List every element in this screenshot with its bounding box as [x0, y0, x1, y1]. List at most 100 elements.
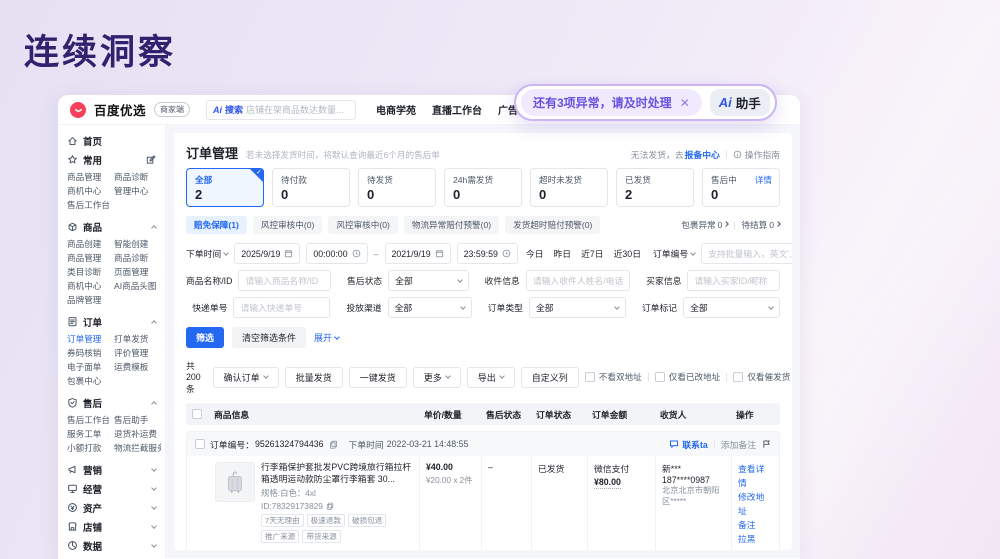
only-urged-checkbox[interactable]: 仅看催发货 [733, 371, 790, 383]
sidebar-item[interactable]: 管理中心 [114, 184, 161, 198]
sidebar-item[interactable]: 商机中心 [67, 279, 114, 293]
select-all-checkbox[interactable] [192, 409, 202, 419]
sidebar-item[interactable]: 电子面单 [67, 360, 114, 374]
ai-helper-button[interactable]: Ai 助手 [710, 89, 770, 116]
edit-icon[interactable] [145, 154, 156, 165]
product-name-input[interactable]: 请输入商品名称/ID [238, 270, 331, 291]
sidebar-section-assets[interactable]: 资产 [58, 498, 165, 517]
sidebar-item[interactable]: 打单发货 [114, 332, 161, 346]
pill-guarantee[interactable]: 赔免保障(1) [186, 216, 247, 234]
tab-aftersale[interactable]: 详情 售后中 0 [702, 168, 780, 207]
receiver-info-input[interactable]: 请输入收件人姓名/电话 [526, 270, 630, 291]
start-time-input[interactable]: 00:00:00 [306, 243, 367, 264]
sidebar-section-orders[interactable]: 订单 [58, 312, 165, 331]
order-type-select[interactable]: 全部 [529, 297, 626, 318]
sidebar-item[interactable]: 售后工作台 [67, 413, 114, 427]
sidebar-item[interactable]: 评价管理 [114, 346, 161, 360]
sidebar-item[interactable]: 智能创建 [114, 237, 161, 251]
clear-filters-button[interactable]: 清空筛选条件 [232, 327, 306, 348]
search-input[interactable]: Ai 搜索 店铺在架商品数达数量... [206, 100, 356, 120]
sidebar-item[interactable]: 页面管理 [114, 265, 161, 279]
end-date-input[interactable]: 2021/9/19 [385, 243, 451, 264]
edit-address-link[interactable]: 修改地址 [738, 490, 767, 518]
tab-pending-payment[interactable]: 待付款 0 [272, 168, 350, 207]
contact-buyer-link[interactable]: 联系ta [669, 438, 707, 451]
row-checkbox[interactable] [195, 439, 205, 449]
report-center-link[interactable]: 报备中心 [685, 148, 720, 161]
checkbox-icon[interactable] [733, 372, 743, 382]
export-button[interactable]: 导出 [467, 367, 515, 388]
operation-guide-link[interactable]: 操作指南 [745, 148, 780, 161]
sidebar-item[interactable]: 商机中心 [67, 184, 114, 198]
tab-overdue-unshipped[interactable]: 超时未发货 0 [530, 168, 608, 207]
sidebar-item[interactable]: 售后工作台 [67, 198, 114, 212]
tab-24h-shipment[interactable]: 24h需发货 0 [444, 168, 522, 207]
sidebar-item[interactable]: 服务工单 [67, 427, 114, 441]
sidebar-item[interactable]: 类目诊断 [67, 265, 114, 279]
one-click-ship-button[interactable]: 一键发货 [349, 367, 407, 388]
ai-assistant-bubble[interactable]: 还有3项异常，请及时处理 ✕ Ai 助手 [514, 84, 777, 121]
tab-shipped[interactable]: 已发货 2 [616, 168, 694, 207]
batch-ship-button[interactable]: 批量发货 [285, 367, 343, 388]
quick-30days-button[interactable]: 近30日 [612, 247, 643, 260]
sidebar-section-marketing[interactable]: 营销 [58, 460, 165, 479]
sidebar-item[interactable]: 商品创建 [67, 237, 114, 251]
sidebar-item[interactable]: 退货补运费 [114, 427, 161, 441]
sidebar-item-order-management[interactable]: 订单管理 [67, 332, 114, 346]
sidebar-item[interactable]: 商品诊断 [114, 251, 161, 265]
pending-settlement-link[interactable]: 待结算0 [741, 219, 780, 231]
order-no-dropdown[interactable]: 订单编号 [653, 247, 695, 260]
sidebar-item[interactable]: 物流拦截服务 [114, 441, 161, 455]
end-time-input[interactable]: 23:59:59 [457, 243, 518, 264]
order-amount[interactable]: ¥80.00 [594, 477, 621, 489]
confirm-order-button[interactable]: 确认订单 [213, 367, 279, 388]
sidebar-section-shop[interactable]: 店铺 [58, 517, 165, 536]
sidebar-item[interactable]: 商品管理 [67, 251, 114, 265]
sidebar-item[interactable]: 售后助手 [114, 413, 161, 427]
filter-button[interactable]: 筛选 [186, 327, 224, 348]
sidebar-section-aftersale[interactable]: 售后 [58, 393, 165, 412]
flag-icon[interactable] [762, 439, 771, 449]
nav-live-workbench[interactable]: 直播工作台 [432, 102, 482, 117]
sidebar-item[interactable]: 包裹中心 [67, 374, 114, 388]
product-image[interactable] [215, 462, 255, 502]
blacklist-link[interactable]: 拉黑 [738, 532, 767, 546]
quick-yesterday-button[interactable]: 昨日 [552, 247, 574, 260]
express-no-input[interactable]: 请输入快递单号 [233, 297, 330, 318]
order-mark-select[interactable]: 全部 [683, 297, 780, 318]
nav-ecommerce-academy[interactable]: 电商学苑 [376, 102, 416, 117]
remark-link[interactable]: 备注 [738, 518, 767, 532]
assistant-alert[interactable]: 还有3项异常，请及时处理 ✕ [521, 89, 702, 116]
sidebar-item[interactable]: 小额打款 [67, 441, 114, 455]
channel-select[interactable]: 全部 [388, 297, 472, 318]
custom-columns-button[interactable]: 自定义列 [521, 367, 579, 388]
pill-risk-review-1[interactable]: 风控审核中(0) [253, 216, 322, 234]
tab-pending-shipment[interactable]: 待发货 0 [358, 168, 436, 207]
expand-filters-link[interactable]: 展开 [314, 331, 339, 344]
quick-7days-button[interactable]: 近7日 [579, 247, 606, 260]
sidebar-item[interactable]: 运费模板 [114, 360, 161, 374]
sidebar-item[interactable]: 券码核销 [67, 346, 114, 360]
sidebar-item[interactable]: 品牌管理 [67, 293, 114, 307]
checkbox-icon[interactable] [655, 372, 665, 382]
add-note-link[interactable]: 添加备注 [721, 438, 756, 451]
buyer-info-input[interactable]: 请输入买家ID/昵称 [687, 270, 780, 291]
pill-ship-timeout-warning[interactable]: 发货超时赔付预警(0) [505, 216, 600, 234]
view-detail-link[interactable]: 查看详情 [738, 462, 767, 490]
sidebar-item[interactable]: 商品诊断 [114, 170, 161, 184]
aftersale-status-select[interactable]: 全部 [388, 270, 468, 291]
order-no-input[interactable]: 支持批量输入，英文','分隔 [701, 243, 792, 264]
sidebar-section-data[interactable]: 数据 [58, 536, 165, 555]
sidebar-item[interactable]: 商品管理 [67, 170, 114, 184]
sidebar-section-favorites[interactable]: 常用 [58, 150, 165, 169]
sidebar-section-products[interactable]: 商品 [58, 217, 165, 236]
copy-icon[interactable] [329, 440, 338, 449]
package-abnormal-link[interactable]: 包裹异常0 [681, 219, 728, 231]
sidebar-item[interactable]: AI商品头图 [114, 279, 161, 293]
product-title[interactable]: 行李箱保护套批发PVC跨境旅行箱拉杆箱透明运动款防尘罩行李箱套 30... [261, 462, 413, 485]
hide-dual-address-checkbox[interactable]: 不看双地址 [585, 371, 642, 383]
tab-all-orders[interactable]: ✓ 全部 2 [186, 168, 264, 207]
pill-risk-review-2[interactable]: 风控审核中(0) [328, 216, 397, 234]
aftersale-detail-link[interactable]: 详情 [755, 174, 772, 186]
close-icon[interactable]: ✕ [680, 96, 690, 110]
